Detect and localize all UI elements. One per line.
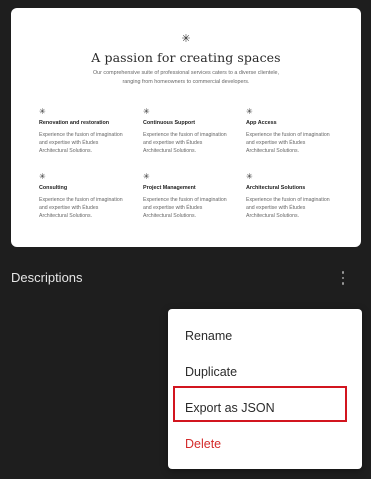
- feature-item: ✳ Continuous Support Experience the fusi…: [143, 108, 239, 156]
- export-json-menu-item[interactable]: Export as JSON: [185, 401, 275, 415]
- feature-title: Architectural Solutions: [246, 185, 306, 191]
- pattern-name: Descriptions: [11, 270, 83, 285]
- feature-item: ✳ Consulting Experience the fusion of im…: [39, 173, 135, 221]
- preview-heading: A passion for creating spaces: [91, 50, 281, 65]
- pattern-options-menu: Rename Duplicate Export as JSON Delete: [168, 309, 362, 469]
- kebab-dot: [341, 282, 345, 285]
- feature-description: Experience the fusion of imagination and…: [143, 197, 227, 220]
- feature-item: ✳ Project Management Experience the fusi…: [143, 173, 239, 221]
- kebab-dot: [341, 276, 345, 280]
- pattern-preview-card[interactable]: ✳ A passion for creating spaces Our comp…: [11, 8, 361, 247]
- feature-title: Project Management: [143, 185, 196, 191]
- asterisk-icon: ✳: [39, 107, 46, 116]
- preview-subtitle-line-1: Our comprehensive suite of professional …: [92, 70, 280, 76]
- feature-description: Experience the fusion of imagination and…: [39, 132, 123, 155]
- preview-subtitle-line-2: ranging from homeowners to commercial de…: [122, 79, 250, 85]
- feature-title: Renovation and restoration: [39, 120, 110, 126]
- asterisk-icon: ✳: [181, 33, 191, 45]
- feature-description: Experience the fusion of imagination and…: [246, 197, 330, 220]
- feature-item: ✳ App Access Experience the fusion of im…: [246, 108, 342, 156]
- feature-title: Continuous Support: [143, 120, 196, 126]
- feature-description: Experience the fusion of imagination and…: [246, 132, 330, 155]
- asterisk-icon: ✳: [246, 172, 253, 181]
- feature-title: App Access: [246, 120, 277, 126]
- asterisk-icon: ✳: [143, 107, 150, 116]
- more-vertical-icon[interactable]: [335, 266, 351, 290]
- duplicate-menu-item[interactable]: Duplicate: [185, 365, 237, 379]
- feature-title: Consulting: [39, 185, 68, 191]
- asterisk-icon: ✳: [39, 172, 46, 181]
- asterisk-icon: ✳: [143, 172, 150, 181]
- feature-description: Experience the fusion of imagination and…: [143, 132, 227, 155]
- delete-menu-item[interactable]: Delete: [185, 437, 221, 451]
- preview-subtitle: Our comprehensive suite of professional …: [11, 69, 361, 87]
- rename-menu-item[interactable]: Rename: [185, 329, 232, 343]
- feature-description: Experience the fusion of imagination and…: [39, 197, 123, 220]
- feature-item: ✳ Renovation and restoration Experience …: [39, 108, 135, 156]
- asterisk-icon: ✳: [246, 107, 253, 116]
- kebab-dot: [341, 271, 345, 274]
- feature-item: ✳ Architectural Solutions Experience the…: [246, 173, 342, 221]
